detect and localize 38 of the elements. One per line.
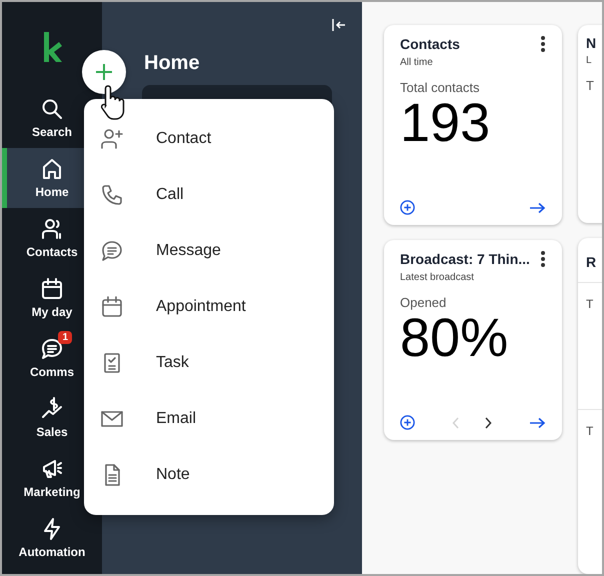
card-title: Broadcast: 7 Thin... [400,251,530,267]
panel-title: Home [144,52,201,75]
add-circle-icon[interactable] [400,200,415,215]
card-subtitle: All time [400,57,434,68]
people-icon [40,217,64,241]
row-text: T [586,296,594,311]
person-add-icon [100,127,124,151]
card-title: R [586,254,598,270]
arrow-right-icon[interactable] [529,202,546,214]
row-text: T [586,424,594,438]
megaphone-icon [40,457,64,481]
metric-value: 193 [400,95,492,152]
metric-value: 80% [400,310,510,367]
card-subtitle: Latest broadcast [400,272,475,283]
logo-icon [42,32,62,62]
arrow-right-icon[interactable] [529,416,546,428]
collapse-panel-icon[interactable] [332,18,346,32]
phone-icon [100,183,124,207]
plus-icon [94,62,114,82]
metric-label: T [586,78,595,93]
chat-bubble-icon [40,337,64,361]
metric-label: Opened [400,295,448,310]
more-options-icon[interactable] [540,250,546,268]
search-icon [40,97,64,121]
chat-bubble-icon [100,239,124,263]
calendar-icon [100,295,124,319]
card-subtitle: L [586,55,593,66]
next-chevron-icon[interactable] [484,416,492,428]
card-title: Contacts [400,36,460,52]
house-icon [40,157,64,181]
metric-label: Total contacts [400,80,480,95]
more-options-icon[interactable] [540,35,546,53]
calendar-icon [40,277,64,301]
card-title: N [586,35,598,51]
nav-item[interactable]: Automation [2,508,102,568]
notification-badge: 1 [58,331,72,344]
add-circle-icon[interactable] [400,415,415,430]
dollar-chart-icon [40,397,64,421]
